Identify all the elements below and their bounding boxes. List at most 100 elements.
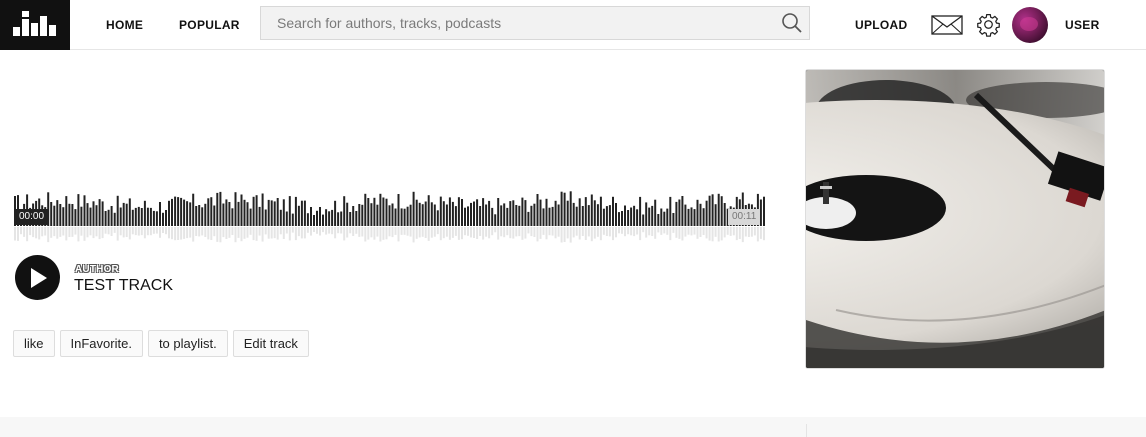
waveform-reflection-bar	[35, 227, 38, 239]
waveform-reflection-bar	[536, 227, 539, 242]
waveform-bar	[485, 204, 488, 226]
waveform-bar	[494, 214, 497, 226]
like-button[interactable]: like	[13, 330, 55, 357]
waveform-reflection-bar	[693, 227, 696, 235]
nav-home[interactable]: HOME	[106, 18, 143, 32]
waveform-bar	[50, 202, 53, 226]
waveform-bar	[430, 202, 433, 226]
waveform-reflection-bar	[171, 227, 173, 240]
waveform-bar	[183, 199, 186, 226]
waveform-bar	[482, 198, 485, 226]
waveform-reflection-bar	[500, 227, 503, 237]
waveform-bar	[479, 206, 482, 226]
waveform-bar	[612, 196, 614, 226]
waveform-bar	[448, 197, 451, 226]
waveform-reflection-bar	[62, 227, 65, 236]
waveform-reflection-bar	[95, 227, 98, 237]
waveform-reflection-bar	[551, 227, 554, 236]
waveform-bar	[554, 200, 557, 226]
waveform-reflection-bar	[355, 227, 358, 234]
waveform-bar	[149, 207, 152, 226]
waveform-bar	[222, 203, 225, 226]
waveform-reflection-bar	[358, 227, 361, 237]
waveform-reflection-bar	[219, 227, 222, 243]
nav-user[interactable]: USER	[1065, 18, 1100, 32]
waveform-bar	[451, 201, 454, 226]
waveform-reflection-bar	[521, 227, 524, 240]
waveform-bar	[642, 214, 645, 226]
waveform-reflection-bar	[125, 227, 128, 237]
waveform-bar	[331, 209, 334, 226]
waveform-reflection-bar	[569, 227, 572, 243]
add-to-playlist-button[interactable]: to playlist.	[147, 330, 228, 357]
waveform-reflection-bar	[303, 227, 306, 239]
waveform-reflection-bar	[690, 227, 693, 236]
waveform-bar	[439, 196, 442, 226]
waveform-reflection-bar	[246, 227, 249, 238]
nav-upload[interactable]: UPLOAD	[855, 18, 907, 32]
waveform-bar	[693, 209, 696, 226]
waveform-bar	[140, 208, 143, 226]
waveform-bar	[536, 194, 539, 226]
nav-popular[interactable]: POPULAR	[179, 18, 240, 32]
waveform-reflection-bar	[479, 227, 482, 236]
waveform-bar	[702, 208, 705, 226]
search-icon[interactable]	[781, 12, 803, 34]
waveform-reflection-bar	[300, 227, 303, 239]
waveform-reflection-bar	[291, 227, 294, 233]
waveform-reflection-bar	[122, 227, 125, 238]
waveform-reflection-bar	[648, 227, 651, 236]
play-button[interactable]	[15, 255, 60, 300]
waveform-reflection-bar	[249, 227, 252, 235]
waveform-bar	[101, 201, 104, 226]
waveform-bar	[660, 208, 663, 226]
mail-icon[interactable]	[931, 14, 963, 41]
track-author[interactable]: AUTHOR	[75, 264, 119, 275]
edit-track-button[interactable]: Edit track	[232, 330, 309, 357]
waveform-reflection-bar	[461, 227, 463, 240]
waveform-bar	[385, 198, 388, 226]
waveform-bar	[370, 203, 373, 226]
waveform-reflection-bar	[276, 227, 279, 240]
waveform-reflection-bar	[340, 227, 343, 234]
waveform-reflection-bar	[470, 227, 472, 238]
waveform-reflection-bar	[101, 227, 104, 239]
waveform[interactable]	[14, 170, 765, 250]
waveform-reflection-bar	[445, 227, 448, 237]
waveform-bar	[201, 207, 204, 226]
waveform-bar	[515, 205, 518, 226]
waveform-reflection-bar	[279, 227, 282, 235]
waveform-reflection-bar	[285, 227, 288, 234]
waveform-bar	[382, 197, 385, 226]
waveform-bar	[59, 204, 62, 226]
waveform-bar	[240, 194, 243, 226]
waveform-reflection-bar	[113, 227, 116, 233]
waveform-reflection-bar	[615, 227, 617, 238]
waveform-bar	[310, 207, 312, 226]
waveform-reflection-bar	[337, 227, 340, 234]
avatar[interactable]	[1012, 7, 1048, 43]
waveform-reflection-bar	[485, 227, 488, 237]
waveform-reflection-bar	[98, 227, 101, 240]
waveform-bar	[557, 204, 560, 226]
waveform-bar	[596, 204, 599, 226]
waveform-reflection-bar	[370, 227, 373, 238]
waveform-bar	[521, 197, 524, 226]
waveform-reflection-bar	[566, 227, 569, 239]
waveform-reflection-bar	[654, 227, 657, 239]
waveform-bar	[198, 205, 201, 226]
logo-button[interactable]	[0, 0, 70, 50]
waveform-reflection-bar	[180, 227, 183, 240]
waveform-reflection-bar	[696, 227, 699, 239]
waveform-reflection-bar	[59, 227, 62, 237]
waveform-reflection-bar	[183, 227, 186, 239]
waveform-reflection-bar	[557, 227, 560, 237]
waveform-bar	[575, 206, 578, 226]
waveform-bar	[128, 198, 131, 226]
waveform-bar	[65, 196, 68, 226]
gear-icon[interactable]	[976, 12, 1001, 42]
waveform-bar	[663, 211, 666, 226]
search-input[interactable]	[261, 7, 771, 39]
waveform-reflection-bar	[584, 227, 587, 240]
favorite-button[interactable]: InFavorite.	[59, 330, 143, 357]
